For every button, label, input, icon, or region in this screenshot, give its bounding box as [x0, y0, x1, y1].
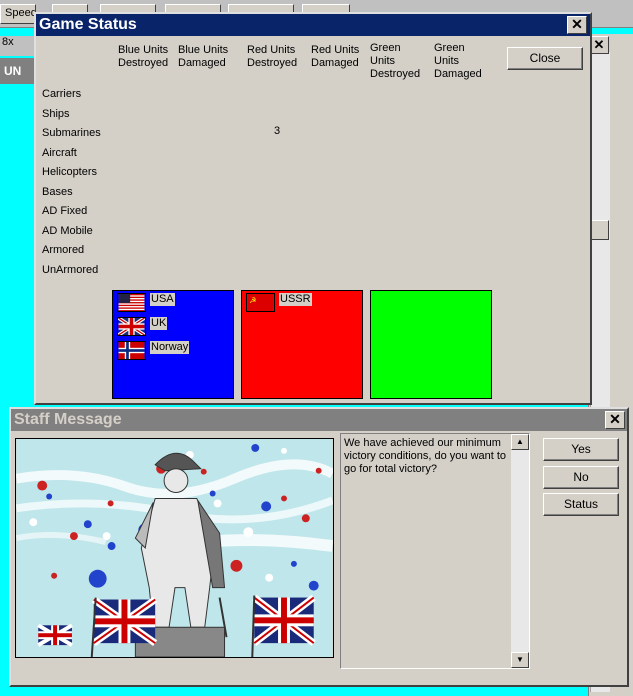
- row-label-ships: Ships: [42, 108, 70, 120]
- no-button[interactable]: No: [543, 466, 619, 489]
- row-label-submarines: Submarines: [42, 127, 101, 139]
- column-header-blue-destroyed: Blue Units Destroyed: [118, 44, 169, 69]
- yes-button[interactable]: Yes: [543, 438, 619, 461]
- background-field-value: 8x: [2, 36, 14, 48]
- admiral-statue-picture: [15, 438, 334, 658]
- scroll-up-arrow-icon[interactable]: ▲: [511, 434, 529, 450]
- green-team-box: [370, 290, 492, 399]
- game-status-titlebar[interactable]: Game Status: [36, 14, 590, 36]
- close-icon: ✕: [593, 37, 605, 52]
- uk-flag-icon: [117, 317, 146, 336]
- message-scrollbar[interactable]: ▲ ▼: [511, 434, 529, 668]
- column-header-green-damaged: Green Units Damaged: [434, 42, 482, 80]
- nation-label-ussr: USSR: [279, 293, 312, 306]
- game-status-title: Game Status: [39, 16, 137, 33]
- row-label-unarmored: UnArmored: [42, 264, 99, 276]
- column-header-red-destroyed: Red Units Destroyed: [247, 44, 298, 69]
- cell-submarines-red-destroyed: 3: [274, 125, 281, 137]
- staff-message-window: Staff Message ✕ We have achieved our min…: [9, 407, 629, 687]
- row-label-ad-fixed: AD Fixed: [42, 205, 88, 217]
- nation-label-uk: UK: [150, 317, 168, 330]
- row-label-ad-mobile: AD Mobile: [42, 225, 93, 237]
- norway-flag-icon: [117, 341, 146, 360]
- message-text-area[interactable]: We have achieved our minimum victory con…: [340, 433, 530, 669]
- column-header-red-damaged: Red Units Damaged: [311, 44, 360, 69]
- close-icon: ✕: [609, 411, 621, 427]
- usa-flag-icon: [117, 293, 146, 312]
- nation-uk: UK: [117, 317, 168, 336]
- staff-message-title: Staff Message: [14, 411, 122, 428]
- ussr-flag-icon: ☭: [246, 293, 275, 312]
- red-team-box: ☭ USSR: [241, 290, 363, 399]
- row-label-bases: Bases: [42, 186, 73, 198]
- nation-label-usa: USA: [150, 293, 175, 306]
- blue-team-box: USA UK Norway: [112, 290, 234, 399]
- row-label-aircraft: Aircraft: [42, 147, 77, 159]
- row-label-armored: Armored: [42, 244, 85, 256]
- background-label-text: UN: [4, 64, 22, 78]
- scroll-down-arrow-icon[interactable]: ▼: [511, 652, 529, 668]
- staff-message-close-icon-button[interactable]: ✕: [605, 411, 625, 429]
- nation-usa: USA: [117, 293, 175, 312]
- nation-norway: Norway: [117, 341, 190, 360]
- close-button[interactable]: Close: [507, 47, 583, 70]
- staff-message-titlebar[interactable]: Staff Message: [11, 409, 627, 431]
- message-text: We have achieved our minimum victory con…: [344, 437, 507, 475]
- speed-button[interactable]: Speed: [0, 4, 36, 24]
- column-header-blue-damaged: Blue Units Damaged: [178, 44, 229, 69]
- background-scroll-thumb[interactable]: [590, 220, 609, 240]
- row-label-helicopters: Helicopters: [42, 166, 98, 178]
- game-status-window: Game Status ✕ Blue Units Destroyed Blue U…: [34, 12, 592, 405]
- game-status-close-icon-button[interactable]: ✕: [567, 16, 587, 34]
- nation-ussr: ☭ USSR: [246, 293, 312, 312]
- nation-label-norway: Norway: [150, 341, 190, 354]
- column-header-green-destroyed: Green Units Destroyed: [370, 42, 421, 80]
- svg-text:☭: ☭: [249, 296, 256, 305]
- background-close-button[interactable]: ✕: [589, 36, 609, 54]
- close-icon: ✕: [571, 16, 583, 32]
- status-button[interactable]: Status: [543, 493, 619, 516]
- row-label-carriers: Carriers: [42, 88, 82, 100]
